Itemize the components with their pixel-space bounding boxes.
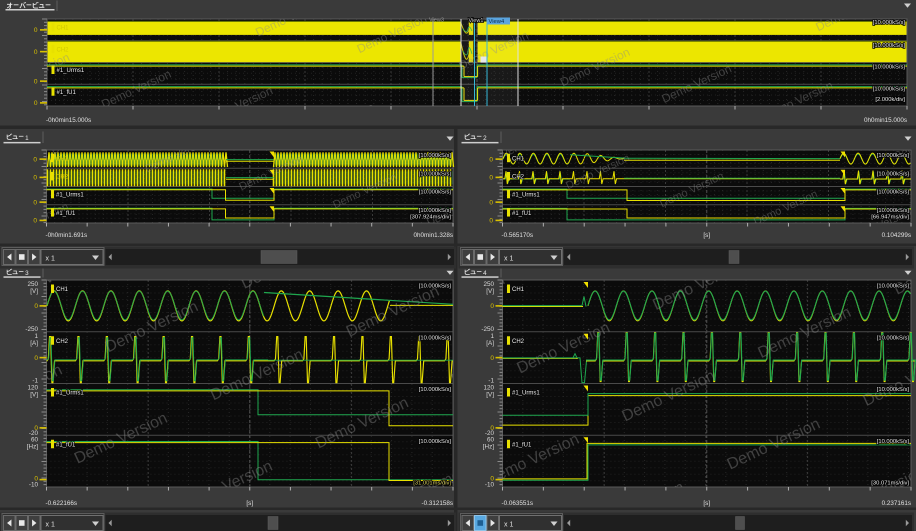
svg-text:-0.063551s: -0.063551s	[502, 500, 534, 507]
svg-text:#1_fU1: #1_fU1	[56, 442, 76, 448]
svg-text:0: 0	[490, 355, 494, 362]
svg-text:0: 0	[489, 218, 493, 225]
svg-text:0: 0	[33, 156, 37, 163]
svg-text:[V]: [V]	[486, 288, 494, 295]
svg-text:CH1: CH1	[512, 156, 525, 162]
svg-text:x 1: x 1	[504, 255, 513, 262]
svg-text:0: 0	[489, 175, 493, 182]
svg-text:CH2: CH2	[512, 175, 525, 181]
svg-text:0: 0	[33, 218, 37, 225]
svg-text:-0.565170s: -0.565170s	[502, 232, 534, 239]
svg-text:[10.000kS/s]: [10.000kS/s]	[419, 153, 452, 159]
svg-text:CH1: CH1	[56, 287, 69, 293]
svg-text:#1_Urms1: #1_Urms1	[56, 391, 84, 397]
svg-text:[10.000kS/s]: [10.000kS/s]	[877, 153, 910, 159]
svg-text:-10: -10	[485, 482, 495, 489]
svg-text:[s]: [s]	[246, 500, 253, 507]
svg-text:[10.000kS/s]: [10.000kS/s]	[877, 190, 910, 196]
svg-text:CH2: CH2	[56, 175, 69, 181]
svg-text:4: 4	[483, 270, 487, 277]
svg-text:[V]: [V]	[30, 288, 38, 295]
svg-text:#1_fU1: #1_fU1	[512, 442, 532, 448]
svg-text:-10: -10	[29, 482, 39, 489]
svg-text:-0h0min1.691s: -0h0min1.691s	[46, 232, 88, 239]
svg-text:0h0min1.328s: 0h0min1.328s	[413, 232, 453, 239]
svg-text:[10.000kS/s]: [10.000kS/s]	[877, 208, 910, 214]
svg-text:3: 3	[25, 270, 29, 277]
svg-text:0: 0	[489, 156, 493, 163]
svg-text:x 1: x 1	[46, 255, 55, 262]
svg-text:[66.947ms/div]: [66.947ms/div]	[871, 214, 909, 220]
svg-text:0: 0	[489, 199, 493, 206]
svg-text:View1: View1	[469, 18, 484, 24]
svg-text:[10.000kS/s]: [10.000kS/s]	[419, 190, 452, 196]
svg-text:View4: View4	[489, 19, 505, 25]
svg-text:#1_Urms1: #1_Urms1	[57, 68, 85, 74]
svg-text:CH2: CH2	[57, 47, 70, 53]
svg-text:0: 0	[33, 175, 37, 182]
svg-text:[10.000kS/s]: [10.000kS/s]	[877, 439, 910, 445]
svg-text:[10.000kS/s]: [10.000kS/s]	[419, 439, 452, 445]
svg-text:[10.000kS/s]: [10.000kS/s]	[877, 387, 910, 393]
svg-text:1: 1	[25, 135, 29, 142]
svg-text:View3: View3	[429, 18, 444, 24]
svg-text:[V]: [V]	[30, 392, 38, 399]
svg-text:[10.000kS/s]: [10.000kS/s]	[419, 387, 452, 393]
svg-text:[10.000kS/s]: [10.000kS/s]	[877, 335, 910, 341]
svg-text:[s]: [s]	[703, 232, 710, 239]
svg-text:-0.312158s: -0.312158s	[421, 500, 453, 507]
svg-text:-250: -250	[481, 326, 494, 333]
svg-text:#1_Urms1: #1_Urms1	[56, 193, 84, 199]
svg-text:#1_fU1: #1_fU1	[56, 211, 76, 217]
svg-text:0: 0	[34, 355, 38, 362]
svg-text:[A]: [A]	[486, 340, 494, 347]
svg-text:x 1: x 1	[504, 521, 513, 528]
svg-text:x 1: x 1	[46, 521, 55, 528]
svg-text:[s]: [s]	[703, 500, 710, 507]
svg-text:[10.000kS/s]: [10.000kS/s]	[873, 43, 906, 49]
svg-text:[Hz]: [Hz]	[27, 443, 38, 450]
svg-text:[10.000kS/s]: [10.000kS/s]	[873, 65, 906, 71]
svg-text:-250: -250	[25, 326, 38, 333]
svg-text:0: 0	[34, 49, 38, 56]
svg-text:[10.000kS/s]: [10.000kS/s]	[877, 171, 910, 177]
svg-text:CH1: CH1	[56, 156, 69, 162]
svg-text:[30.071ms/div]: [30.071ms/div]	[871, 481, 909, 487]
svg-text:-0h0min15.000s: -0h0min15.000s	[46, 117, 91, 124]
svg-text:0: 0	[34, 303, 38, 310]
svg-text:[10.000kS/s]: [10.000kS/s]	[877, 284, 910, 290]
svg-text:[Hz]: [Hz]	[483, 443, 494, 450]
svg-text:[10.000kS/s]: [10.000kS/s]	[419, 335, 452, 341]
svg-text:[10.000kS/s]: [10.000kS/s]	[419, 171, 452, 177]
svg-text:#1_Urms1: #1_Urms1	[512, 391, 540, 397]
svg-text:-1: -1	[488, 378, 494, 385]
svg-text:[V]: [V]	[486, 392, 494, 399]
svg-text:0: 0	[34, 27, 38, 34]
svg-text:-0.622166s: -0.622166s	[46, 500, 78, 507]
svg-text:CH2: CH2	[56, 339, 69, 345]
svg-text:2: 2	[483, 135, 487, 142]
svg-text:0.104299s: 0.104299s	[882, 232, 911, 239]
svg-text:[10.000kS/s]: [10.000kS/s]	[873, 20, 906, 26]
svg-text:[2.000k/div]: [2.000k/div]	[875, 97, 905, 103]
svg-text:[10.000kS/s]: [10.000kS/s]	[419, 284, 452, 290]
svg-text:[10.000kS/s]: [10.000kS/s]	[873, 86, 906, 92]
svg-text:[A]: [A]	[30, 340, 38, 347]
svg-text:#1_fU1: #1_fU1	[57, 90, 77, 96]
svg-text:[31.001ms/div]: [31.001ms/div]	[413, 481, 451, 487]
svg-text:[307.924ms/div]: [307.924ms/div]	[410, 214, 451, 220]
svg-text:[10.000kS/s]: [10.000kS/s]	[419, 208, 452, 214]
svg-text:#1_Urms1: #1_Urms1	[512, 193, 540, 199]
svg-text:0: 0	[34, 100, 38, 107]
svg-text:0.237161s: 0.237161s	[882, 500, 911, 507]
svg-text:-1: -1	[32, 378, 38, 385]
svg-text:0h0min15.000s: 0h0min15.000s	[864, 117, 907, 124]
svg-text:CH1: CH1	[57, 26, 70, 32]
svg-text:0: 0	[490, 303, 494, 310]
svg-text:CH1: CH1	[512, 287, 525, 293]
svg-text:0: 0	[33, 199, 37, 206]
svg-text:#1_fU1: #1_fU1	[512, 211, 532, 217]
svg-text:0: 0	[34, 78, 38, 85]
svg-text:CH2: CH2	[512, 339, 525, 345]
